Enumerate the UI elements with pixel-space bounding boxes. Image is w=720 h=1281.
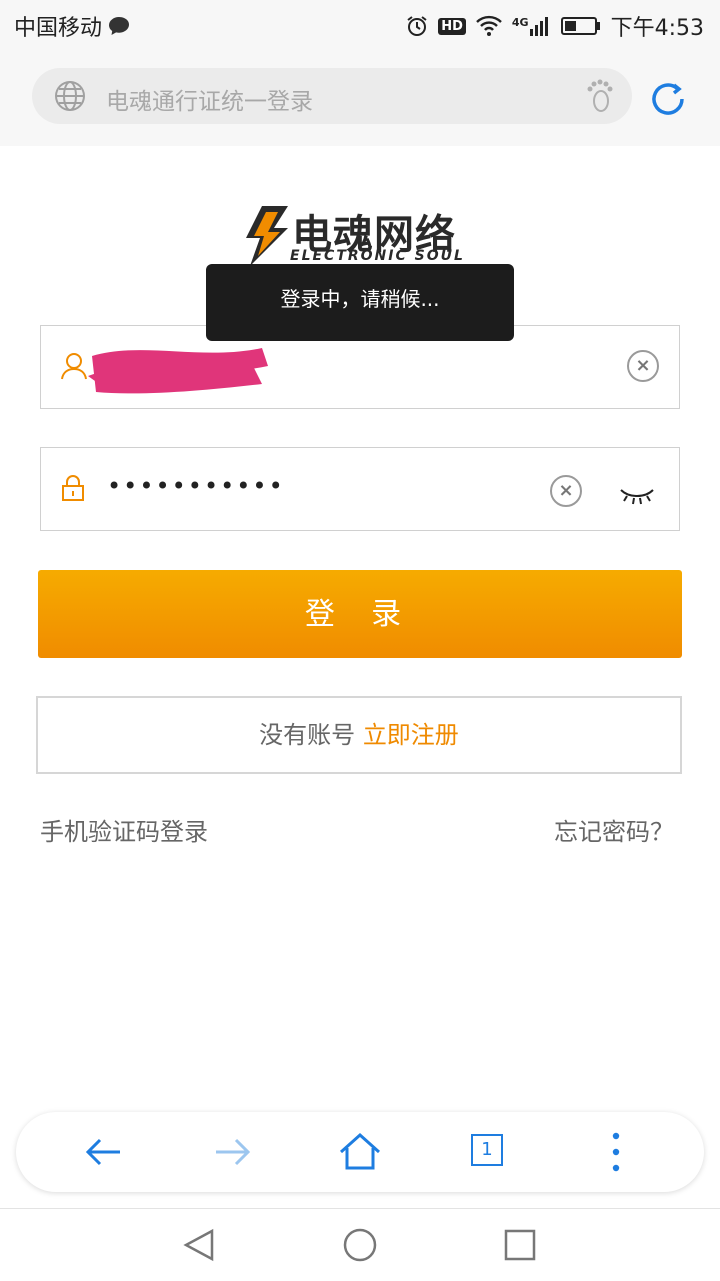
register-prompt: 没有账号 (259, 721, 356, 749)
nav-back-icon[interactable] (182, 1227, 218, 1263)
sms-login-link[interactable]: 手机验证码登录 (40, 812, 208, 847)
clear-password-button[interactable]: × (550, 475, 582, 507)
hd-badge: HD (438, 17, 466, 35)
register-box[interactable]: 没有账号 立即注册 (36, 696, 682, 774)
signal-icon (529, 17, 548, 36)
redaction-mark (88, 348, 268, 394)
status-right: HD 4G 下午4:53 (406, 10, 704, 42)
system-nav-bar (0, 1208, 720, 1281)
tab-count-button[interactable]: 1 (471, 1134, 503, 1166)
password-field[interactable]: ••••••••••• × (40, 447, 680, 531)
forward-arrow-icon[interactable] (210, 1130, 254, 1174)
address-bar: 电魂通行证统一登录 (0, 50, 720, 146)
url-field[interactable]: 电魂通行证统一登录 (32, 68, 632, 124)
brand-subtitle: ELECTRONIC SOUL (290, 248, 465, 264)
lock-icon (62, 475, 84, 501)
more-menu-icon[interactable] (594, 1130, 638, 1174)
clear-username-button[interactable]: × (627, 350, 659, 382)
refresh-icon[interactable] (646, 77, 690, 121)
nav-home-icon[interactable] (342, 1227, 378, 1263)
login-button[interactable]: 登 录 (38, 570, 682, 658)
home-icon[interactable] (338, 1130, 382, 1174)
status-bar: 中国移动 HD 4G 下午4:53 (0, 0, 720, 50)
forgot-password-link[interactable]: 忘记密码？ (554, 812, 674, 847)
loading-toast: 登录中，请稍候... (206, 264, 514, 341)
alarm-icon (407, 16, 427, 36)
register-link[interactable]: 立即注册 (363, 721, 459, 749)
message-icon (109, 17, 130, 35)
status-left: 中国移动 (14, 10, 130, 42)
browser-toolbar: 1 (16, 1112, 704, 1192)
brand-logo: 电魂网络 ELECTRONIC SOUL (244, 202, 484, 268)
footprint-icon[interactable] (584, 79, 614, 113)
lightning-logo-icon (246, 206, 288, 266)
globe-icon (55, 81, 85, 111)
password-value: ••••••••••• (107, 472, 285, 500)
clock: 下午4:53 (610, 16, 704, 41)
wifi-icon (476, 15, 502, 36)
nav-recents-icon[interactable] (502, 1227, 538, 1263)
url-text: 电魂通行证统一登录 (106, 89, 313, 115)
network-type: 4G (511, 16, 529, 29)
carrier-label: 中国移动 (14, 16, 103, 41)
back-arrow-icon[interactable] (82, 1130, 126, 1174)
eye-closed-icon[interactable] (619, 486, 655, 506)
battery-icon (560, 17, 600, 35)
